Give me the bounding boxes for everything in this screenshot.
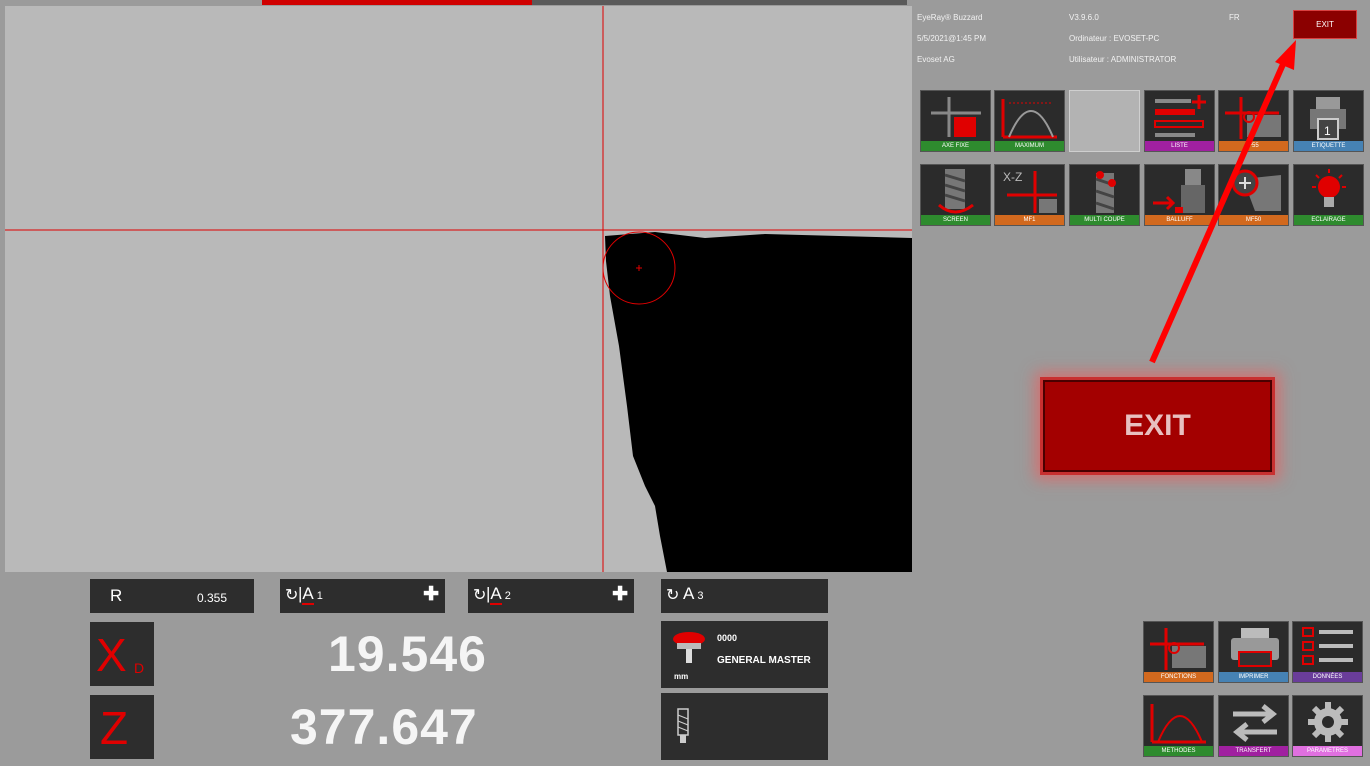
tool-unit: mm — [674, 672, 689, 681]
tile-label: METHODES — [1144, 746, 1213, 756]
tile-eclairage[interactable]: ECLAIRAGE — [1293, 164, 1364, 226]
tile-label: MF50 — [1219, 215, 1288, 225]
tile-methodes[interactable]: METHODES — [1143, 695, 1214, 757]
tile-transfert[interactable]: TRANSFERT — [1218, 695, 1289, 757]
tool-preview-panel[interactable] — [661, 693, 828, 760]
functions-icon — [1150, 628, 1206, 670]
tile-donnees[interactable]: DONNÉES — [1292, 621, 1363, 683]
radius-label: R — [110, 586, 123, 605]
tile-label: MULTI COUPE — [1070, 215, 1139, 225]
tile-label: SCREEN — [921, 215, 990, 225]
app-name: EyeRay® Buzzard — [917, 13, 983, 22]
language-selector[interactable]: FR — [1229, 13, 1240, 22]
tile-screen[interactable]: SCREEN — [920, 164, 991, 226]
x-axis-label: X — [96, 629, 127, 681]
angle-a3-label: A3 — [683, 584, 704, 603]
data-checklist-icon — [1302, 627, 1353, 665]
x-value: 19.546 — [328, 626, 487, 682]
tile-label: LISTE — [1145, 141, 1214, 151]
tile-multi-coupe[interactable]: MULTI COUPE — [1069, 164, 1140, 226]
angle-a2-label: |A 2 — [486, 584, 511, 605]
rotate-icon: ↻ — [285, 587, 299, 604]
lightbulb-icon — [1312, 169, 1346, 207]
tile-mf50[interactable]: MF50 — [1218, 164, 1289, 226]
add-icon[interactable]: ✚ — [423, 583, 439, 606]
label-printer-icon: 1 — [1310, 97, 1346, 140]
multi-cut-icon — [1095, 171, 1116, 213]
printer-icon — [1231, 628, 1279, 667]
transfer-arrows-icon — [1232, 704, 1278, 742]
user-name: Utilisateur : ADMINISTRATOR — [1069, 55, 1177, 64]
tile-label: TRANSFERT — [1219, 746, 1288, 756]
methods-curve-icon — [1150, 704, 1206, 744]
tool-silhouette-view — [5, 6, 912, 572]
maximum-curve-icon — [1001, 99, 1057, 139]
datetime: 5/5/2021@1:45 PM — [917, 34, 987, 43]
tile-balluff[interactable]: BALLUFF — [1144, 164, 1215, 226]
camera-viewport[interactable] — [5, 6, 912, 572]
exit-button[interactable]: EXIT — [1293, 10, 1357, 39]
rotate-icon: ↻ — [473, 587, 487, 604]
computer-name: Ordinateur : EVOSET-PC — [1069, 34, 1160, 43]
z-value: 377.647 — [290, 699, 478, 755]
tool-silhouette — [605, 232, 912, 572]
radius-field: R 0.355 — [90, 579, 254, 613]
xz-axis-icon: X-Z — [1003, 170, 1057, 213]
tile-label: DONNÉES — [1293, 672, 1362, 682]
radius-value: 0.355 — [197, 591, 228, 605]
tile-label: MF1 — [995, 215, 1064, 225]
tile-imprimer[interactable]: IMPRIMER — [1218, 621, 1289, 683]
tile-axe-fixe[interactable]: AXE FIXE — [920, 90, 991, 152]
tile-empty-slot — [1069, 90, 1140, 152]
tool-name: GENERAL MASTER — [717, 655, 811, 666]
screen-tool-icon — [938, 169, 974, 214]
tile-label: AXE FIXE — [921, 141, 990, 151]
tile-mf1[interactable]: X-Z MF1 — [994, 164, 1065, 226]
tile-fonctions[interactable]: FONCTIONS — [1143, 621, 1214, 683]
tool-holder-icon — [673, 632, 705, 663]
top-status-bar — [262, 0, 532, 5]
zoom-plus-icon — [1231, 169, 1281, 211]
rotate-icon: ↻ — [666, 587, 680, 604]
z-axis-label: Z — [100, 702, 129, 754]
app-version: V3.9.6.0 — [1069, 13, 1099, 22]
angle-a2-field[interactable]: ↻ |A 2 ✚ — [468, 579, 634, 613]
tile-label: MAXIMUM — [995, 141, 1064, 151]
svg-text:X-Z: X-Z — [1003, 170, 1022, 184]
tile-label: ETIQUETTE — [1294, 141, 1363, 151]
angle-a1-field[interactable]: ↻ |A 1 ✚ — [280, 579, 445, 613]
z-axis-badge: Z — [90, 695, 154, 759]
tile-label: FONCTIONS — [1144, 672, 1213, 682]
tool-info-panel[interactable]: mm 0000 GENERAL MASTER — [661, 621, 828, 688]
tool-number: 0000 — [717, 633, 738, 643]
tile-label: IMPRIMER — [1219, 672, 1288, 682]
tile-label: PARAMETRES — [1293, 746, 1362, 756]
angle-a3-field[interactable]: ↻ A3 — [661, 579, 828, 613]
svg-text:1: 1 — [1324, 124, 1331, 138]
list-add-icon — [1154, 95, 1206, 137]
top-status-bar-segment — [532, 0, 907, 5]
crosshair-corner-icon — [1225, 97, 1281, 139]
tile-label: F55 — [1219, 141, 1288, 151]
tile-label: BALLUFF — [1145, 215, 1214, 225]
tile-maximum[interactable]: MAXIMUM — [994, 90, 1065, 152]
exit-callout: EXIT — [1043, 380, 1272, 472]
gear-icon — [1308, 702, 1348, 742]
drill-icon — [677, 708, 689, 743]
balluff-icon — [1153, 169, 1205, 213]
tile-parametres[interactable]: PARAMETRES — [1292, 695, 1363, 757]
company-name: Evoset AG — [917, 55, 955, 64]
tile-label: ECLAIRAGE — [1294, 215, 1363, 225]
x-axis-sub: D — [134, 660, 145, 676]
tile-f55[interactable]: F55 — [1218, 90, 1289, 152]
add-icon[interactable]: ✚ — [612, 583, 628, 606]
fixed-axis-icon — [931, 97, 981, 137]
angle-a1-label: |A 1 — [298, 584, 323, 605]
x-axis-badge: X D — [90, 622, 154, 686]
tile-liste[interactable]: LISTE — [1144, 90, 1215, 152]
exit-callout-label: EXIT — [1124, 409, 1191, 442]
tile-etiquette[interactable]: 1 ETIQUETTE — [1293, 90, 1364, 152]
